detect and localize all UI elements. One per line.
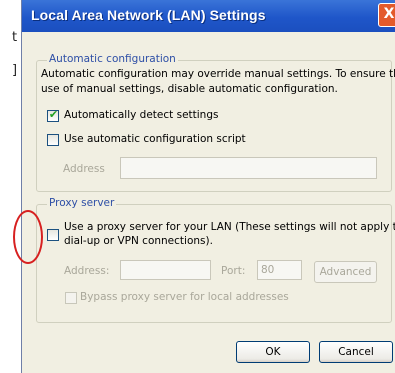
dialog-title: Local Area Network (LAN) Settings [31, 7, 266, 23]
automatic-configuration-legend: Automatic configuration [47, 53, 178, 65]
background-text-2: ] [12, 63, 18, 78]
title-bar: Local Area Network (LAN) Settings X [22, 0, 395, 32]
close-button[interactable]: X [378, 3, 395, 27]
script-address-input[interactable] [120, 157, 377, 179]
auto-config-script-label[interactable]: Use automatic configuration script [64, 133, 246, 145]
use-proxy-label-line1[interactable]: Use a proxy server for your LAN (These s… [64, 221, 395, 233]
annotation-circle [13, 210, 43, 264]
background-text-1: t [12, 30, 18, 45]
checkmark-icon: ✔ [48, 108, 59, 121]
bypass-local-checkbox[interactable] [65, 292, 77, 304]
lan-settings-dialog: Local Area Network (LAN) Settings X Auto… [21, 0, 395, 373]
proxy-port-input[interactable]: 80 [257, 260, 302, 280]
advanced-button[interactable]: Advanced [314, 261, 377, 283]
proxy-port-label: Port: [221, 265, 246, 277]
proxy-server-legend: Proxy server [47, 197, 117, 209]
use-proxy-checkbox[interactable] [47, 229, 59, 241]
cancel-button[interactable]: Cancel [319, 341, 393, 363]
proxy-address-label: Address: [64, 265, 110, 277]
bypass-local-label[interactable]: Bypass proxy server for local addresses [80, 291, 289, 303]
auto-config-script-checkbox[interactable] [47, 134, 59, 146]
auto-detect-checkbox[interactable]: ✔ [47, 108, 59, 122]
script-address-label: Address [63, 163, 105, 175]
ok-button[interactable]: OK [236, 341, 310, 363]
use-proxy-label-line2[interactable]: dial-up or VPN connections). [64, 235, 213, 247]
auto-config-description-line1: Automatic configuration may override man… [41, 68, 395, 80]
close-icon: X [383, 6, 395, 22]
auto-detect-label[interactable]: Automatically detect settings [64, 109, 218, 121]
proxy-address-input[interactable] [120, 260, 211, 280]
auto-config-description-line2: use of manual settings, disable automati… [41, 83, 338, 95]
